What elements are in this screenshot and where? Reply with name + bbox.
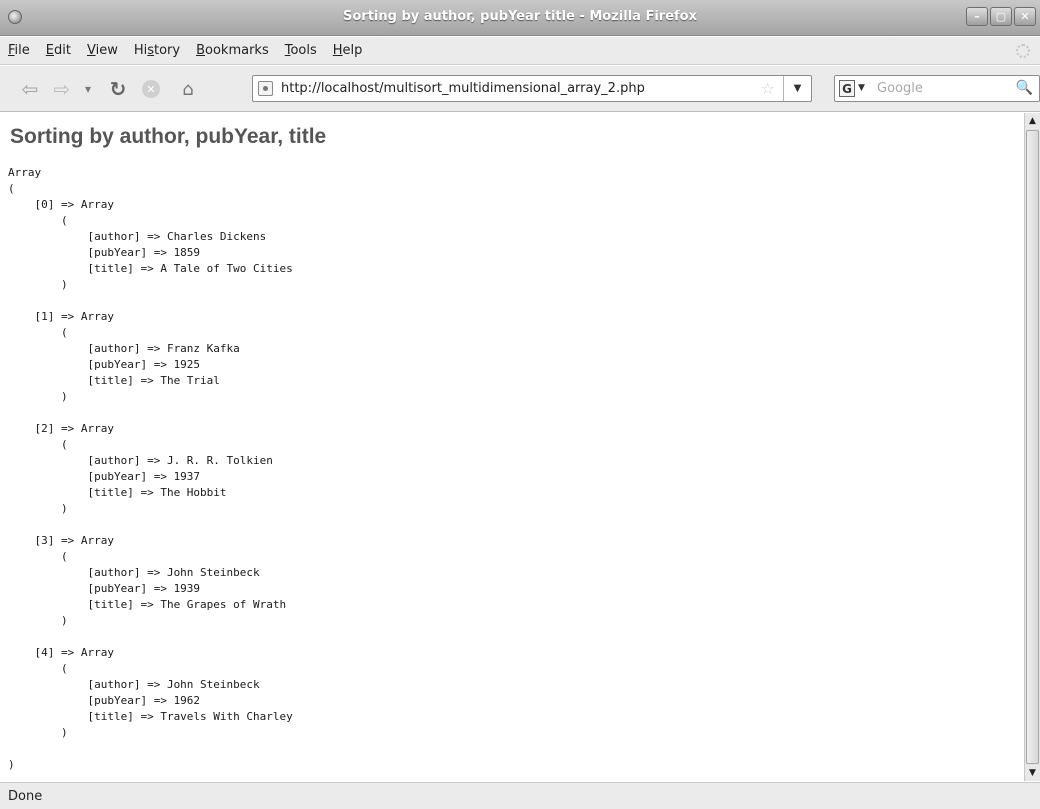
window-controls: – ▢ ✕ (966, 7, 1036, 26)
close-button[interactable]: ✕ (1014, 7, 1036, 26)
scroll-up-icon[interactable]: ▲ (1025, 113, 1040, 129)
navigation-toolbar: ⇦ ⇨ ▾ ↻ ✕ ⌂ http://localhost/multisort_m… (0, 66, 1040, 112)
site-identity-icon[interactable] (258, 81, 273, 96)
menu-history-rest: tory (154, 43, 181, 58)
window-title: Sorting by author, pubYear title - Mozil… (342, 9, 697, 24)
url-bar[interactable]: http://localhost/multisort_multidimensio… (252, 75, 812, 102)
menu-bookmarks-rest: ookmarks (205, 43, 269, 58)
vertical-scrollbar[interactable]: ▲ ▼ (1024, 113, 1040, 781)
menu-history[interactable]: History (134, 43, 180, 58)
menu-help-rest: elp (342, 43, 363, 58)
menu-file[interactable]: File (8, 43, 30, 58)
menu-history-pre: Hi (133, 43, 148, 58)
maximize-button[interactable]: ▢ (990, 7, 1012, 26)
home-icon[interactable]: ⌂ (176, 78, 200, 100)
activity-throbber-icon (1016, 44, 1030, 58)
back-icon[interactable]: ⇦ (18, 77, 42, 101)
status-bar: Done (0, 782, 1040, 809)
menu-edit[interactable]: Edit (46, 43, 71, 58)
menu-view-accesskey: V (86, 43, 96, 58)
search-input[interactable]: Google (877, 81, 923, 96)
menu-tools-rest: ools (290, 43, 317, 58)
menu-view[interactable]: View (87, 43, 118, 58)
menu-bar: File Edit View History Bookmarks Tools H… (0, 37, 1040, 65)
search-bar[interactable]: G ▼ Google 🔍 (834, 75, 1040, 102)
page-title: Sorting by author, pubYear, title (10, 125, 327, 148)
scroll-thumb[interactable] (1026, 130, 1039, 764)
menu-history-accesskey: s (147, 43, 154, 58)
search-go-icon[interactable]: 🔍 (1016, 80, 1033, 96)
menu-bookmarks[interactable]: Bookmarks (196, 43, 269, 58)
search-engine-dropdown-icon[interactable]: ▼ (858, 83, 865, 93)
status-text: Done (8, 789, 43, 804)
minimize-button[interactable]: – (966, 7, 988, 26)
menu-edit-rest: dit (54, 43, 71, 58)
menu-view-rest: iew (95, 43, 118, 58)
page-content: Sorting by author, pubYear, title Array … (0, 113, 1024, 781)
history-dropdown-icon[interactable]: ▾ (80, 78, 96, 100)
array-dump: Array ( [0] => Array ( [author] => Charl… (8, 166, 293, 771)
menu-help[interactable]: Help (333, 43, 363, 58)
menu-bookmarks-accesskey: B (196, 43, 206, 58)
forward-icon[interactable]: ⇨ (50, 77, 74, 101)
url-dropdown-icon[interactable]: ▼ (783, 76, 811, 101)
search-engine-icon[interactable]: G (839, 80, 855, 97)
stop-glyph: ✕ (142, 80, 160, 98)
scroll-down-icon[interactable]: ▼ (1025, 765, 1040, 781)
menu-edit-accesskey: E (45, 43, 54, 58)
window-titlebar[interactable]: Sorting by author, pubYear title - Mozil… (0, 0, 1040, 36)
bookmark-star-icon[interactable]: ☆ (761, 79, 775, 98)
url-text[interactable]: http://localhost/multisort_multidimensio… (281, 81, 645, 96)
menu-file-rest: ile (14, 43, 30, 58)
reload-icon[interactable]: ↻ (106, 77, 130, 101)
menu-help-accesskey: H (332, 43, 343, 58)
menu-tools[interactable]: Tools (285, 43, 317, 58)
stop-icon[interactable]: ✕ (140, 78, 162, 100)
